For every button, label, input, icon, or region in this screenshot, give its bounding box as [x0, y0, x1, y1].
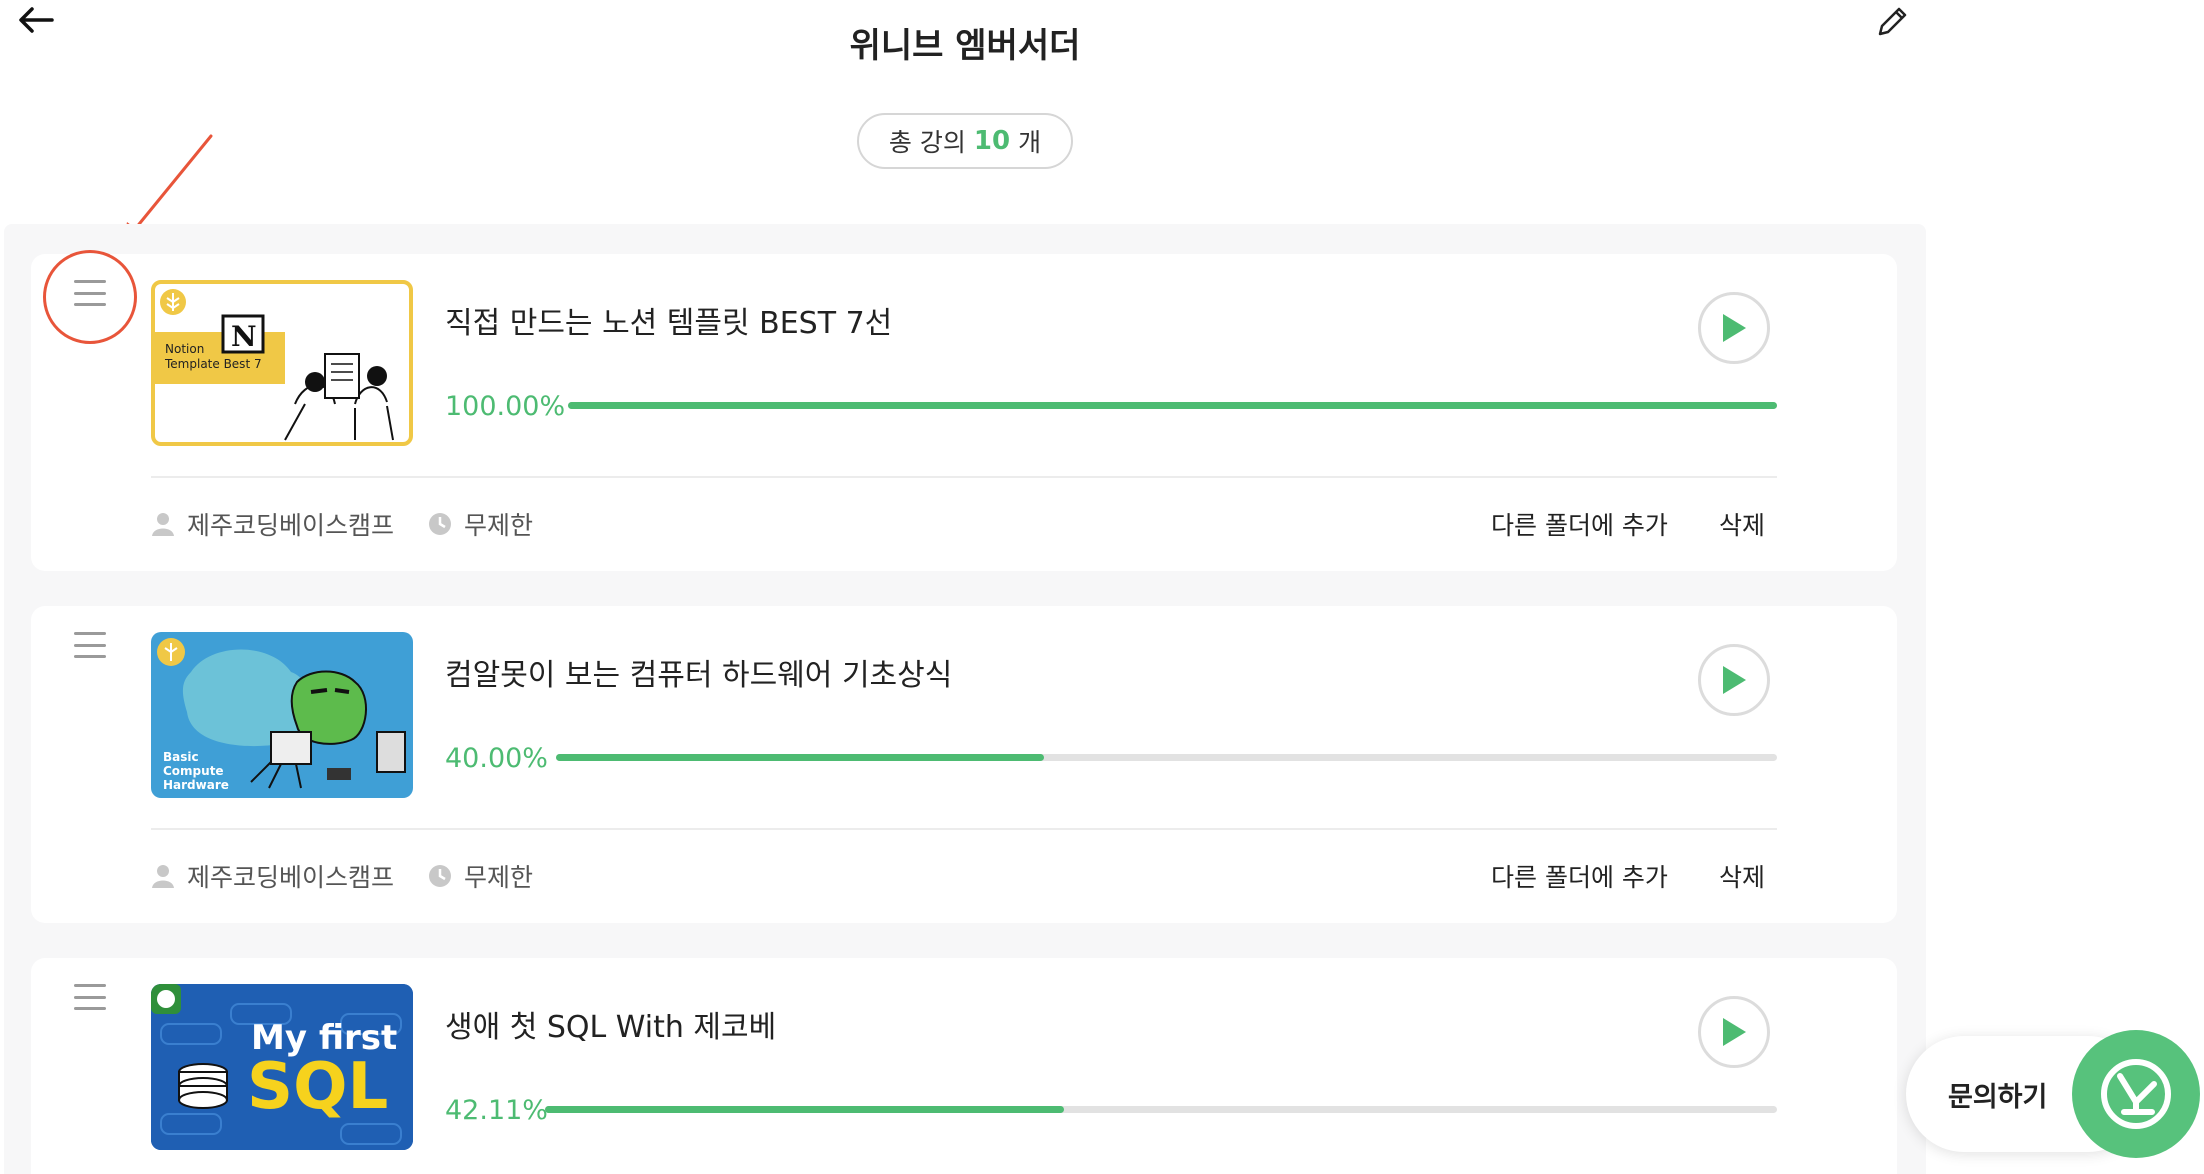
progress-fill [556, 754, 1045, 761]
course-card: My first SQL 생애 첫 SQL With 제코베 42.11% [31, 958, 1897, 1174]
play-icon [1723, 666, 1746, 694]
drag-handle-icon[interactable] [74, 982, 106, 1012]
chat-leaf-icon[interactable] [2072, 1030, 2200, 1158]
progress-bar [545, 1106, 1777, 1113]
course-count-prefix: 총 강의 [888, 128, 966, 157]
clock-icon [429, 865, 452, 887]
thumb-label-1: Basic [163, 750, 199, 764]
thumb-label-1: Notion [165, 342, 205, 356]
instructor-name: 제주코딩베이스캠프 [187, 863, 395, 892]
play-button[interactable] [1698, 996, 1770, 1068]
progress-bar [556, 754, 1777, 761]
thumb-label-2: Compute [163, 764, 224, 778]
play-icon [1723, 314, 1746, 342]
course-duration: 무제한 [464, 511, 534, 540]
inquiry-widget[interactable]: 문의하기 [1906, 1030, 2204, 1158]
progress-fill [545, 1106, 1064, 1113]
thumb-label-3: Hardware [163, 778, 229, 792]
play-button[interactable] [1698, 644, 1770, 716]
progress-bar [568, 402, 1777, 409]
divider [151, 828, 1777, 830]
drag-handle-icon[interactable] [74, 630, 106, 660]
progress-percent: 100.00% [445, 391, 566, 422]
course-card: N Notion Template Best 7 직접 만드는 노션 템플릿 B… [31, 250, 1897, 571]
play-icon [1723, 1018, 1746, 1046]
course-thumbnail[interactable]: Basic Compute Hardware [151, 632, 413, 798]
course-duration: 무제한 [464, 863, 534, 892]
course-count-suffix: 개 [1018, 128, 1042, 157]
course-title[interactable]: 생애 첫 SQL With 제코베 [445, 1002, 776, 1046]
add-to-folder-button[interactable]: 다른 폴더에 추가 [1491, 858, 1668, 894]
divider [151, 476, 1777, 478]
course-meta: 제주코딩베이스캠프 무제한 [151, 858, 533, 894]
user-icon [152, 865, 174, 888]
delete-button[interactable]: 삭제 [1719, 858, 1765, 894]
course-card: Basic Compute Hardware 컴알못이 보는 컴퓨터 하드웨어 … [31, 606, 1897, 923]
course-meta: 제주코딩베이스캠프 무제한 [151, 506, 533, 542]
course-thumbnail[interactable]: N Notion Template Best 7 [151, 280, 413, 446]
user-icon [152, 513, 174, 536]
edit-button[interactable] [1872, 2, 1912, 42]
pencil-icon [1878, 7, 1907, 36]
clock-icon [429, 513, 452, 535]
progress-percent: 42.11% [445, 1095, 548, 1126]
page-title: 위니브 엠버서더 [849, 26, 1081, 66]
play-button[interactable] [1698, 292, 1770, 364]
delete-button[interactable]: 삭제 [1719, 506, 1765, 542]
back-arrow-button[interactable] [14, 0, 58, 40]
course-count-number: 10 [973, 126, 1011, 156]
thumb-label-2: SQL [247, 1050, 389, 1124]
course-title[interactable]: 컴알못이 보는 컴퓨터 하드웨어 기초상식 [445, 650, 952, 694]
back-arrow-icon [19, 7, 54, 33]
thumb-label-2: Template Best 7 [165, 357, 262, 371]
instructor-name: 제주코딩베이스캠프 [187, 511, 395, 540]
progress-percent: 40.00% [445, 743, 548, 774]
drag-handle-icon[interactable] [74, 278, 106, 308]
add-to-folder-button[interactable]: 다른 폴더에 추가 [1491, 506, 1668, 542]
course-count-badge: 총 강의 10 개 [857, 113, 1073, 169]
course-title[interactable]: 직접 만드는 노션 템플릿 BEST 7선 [445, 298, 892, 342]
course-thumbnail[interactable]: My first SQL [151, 984, 413, 1150]
progress-fill [568, 402, 1777, 409]
svg-text:N: N [231, 320, 257, 353]
